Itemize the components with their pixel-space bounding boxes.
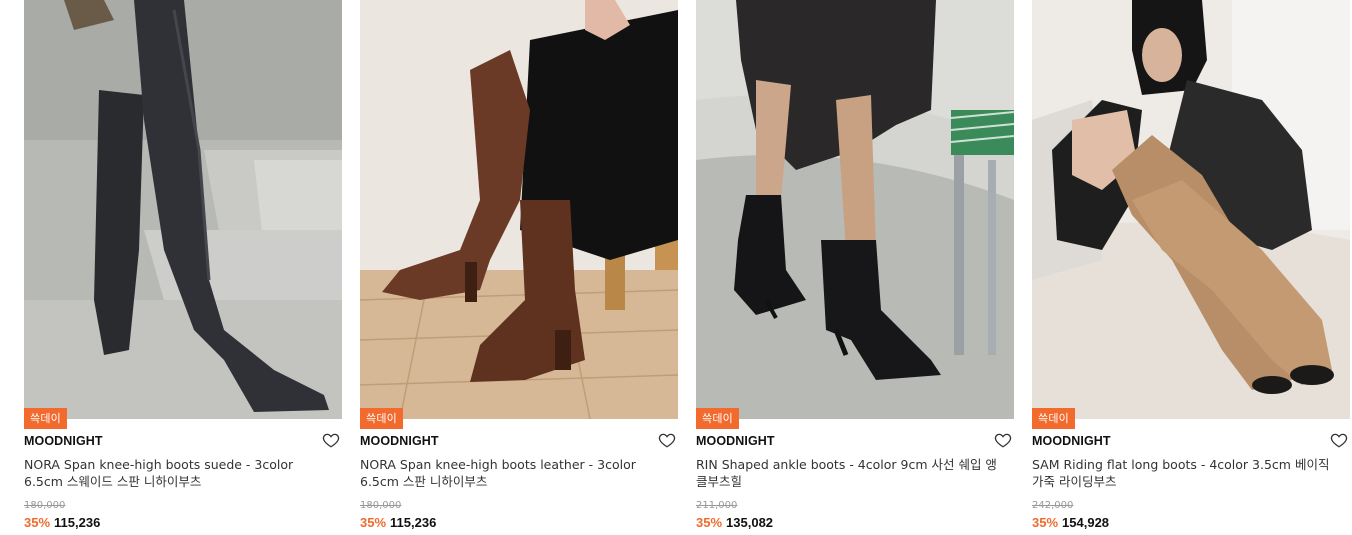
product-image[interactable] bbox=[360, 0, 678, 419]
heart-outline-icon[interactable] bbox=[658, 431, 676, 449]
event-badge: 쓱데이 bbox=[696, 408, 739, 429]
product-name[interactable]: NORA Span knee-high boots leather - 3col… bbox=[360, 456, 670, 490]
product-card[interactable]: 쓱데이 MOODNIGHT NORA Span knee-high boots … bbox=[360, 0, 678, 535]
discount-rate: 35% bbox=[1032, 515, 1059, 530]
event-badge: 쓱데이 bbox=[360, 408, 403, 429]
original-price: 180,000 bbox=[24, 500, 66, 511]
product-card[interactable]: 쓱데이 MOODNIGHT NORA Span knee-high boots … bbox=[24, 0, 342, 535]
product-image[interactable] bbox=[24, 0, 342, 419]
heart-outline-icon[interactable] bbox=[994, 431, 1012, 449]
price-row: 35% 154,928 bbox=[1032, 515, 1109, 530]
brand-name[interactable]: MOODNIGHT bbox=[360, 434, 439, 448]
brand-name[interactable]: MOODNIGHT bbox=[696, 434, 775, 448]
brand-name[interactable]: MOODNIGHT bbox=[1032, 434, 1111, 448]
product-image[interactable] bbox=[1032, 0, 1350, 419]
original-price: 242,000 bbox=[1032, 500, 1074, 511]
product-name[interactable]: RIN Shaped ankle boots - 4color 9cm 사선 쉐… bbox=[696, 456, 1006, 490]
price-row: 35% 115,236 bbox=[24, 515, 100, 530]
heart-outline-icon[interactable] bbox=[322, 431, 340, 449]
discount-rate: 35% bbox=[696, 515, 723, 530]
sale-price: 154,928 bbox=[1062, 515, 1110, 530]
product-card[interactable]: 쓱데이 MOODNIGHT RIN Shaped ankle boots - 4… bbox=[696, 0, 1014, 535]
product-image[interactable] bbox=[696, 0, 1014, 419]
sale-price: 115,236 bbox=[390, 515, 437, 530]
event-badge: 쓱데이 bbox=[1032, 408, 1075, 429]
price-row: 35% 135,082 bbox=[696, 515, 773, 530]
sale-price: 135,082 bbox=[726, 515, 774, 530]
original-price: 211,000 bbox=[696, 500, 738, 511]
brand-name[interactable]: MOODNIGHT bbox=[24, 434, 103, 448]
original-price: 180,000 bbox=[360, 500, 402, 511]
sale-price: 115,236 bbox=[54, 515, 101, 530]
discount-rate: 35% bbox=[24, 515, 51, 530]
product-name[interactable]: NORA Span knee-high boots suede - 3color… bbox=[24, 456, 334, 490]
heart-outline-icon[interactable] bbox=[1330, 431, 1348, 449]
product-card[interactable]: 쓱데이 MOODNIGHT SAM Riding flat long boots… bbox=[1032, 0, 1350, 535]
event-badge: 쓱데이 bbox=[24, 408, 67, 429]
product-name[interactable]: SAM Riding flat long boots - 4color 3.5c… bbox=[1032, 456, 1342, 490]
price-row: 35% 115,236 bbox=[360, 515, 436, 530]
discount-rate: 35% bbox=[360, 515, 387, 530]
